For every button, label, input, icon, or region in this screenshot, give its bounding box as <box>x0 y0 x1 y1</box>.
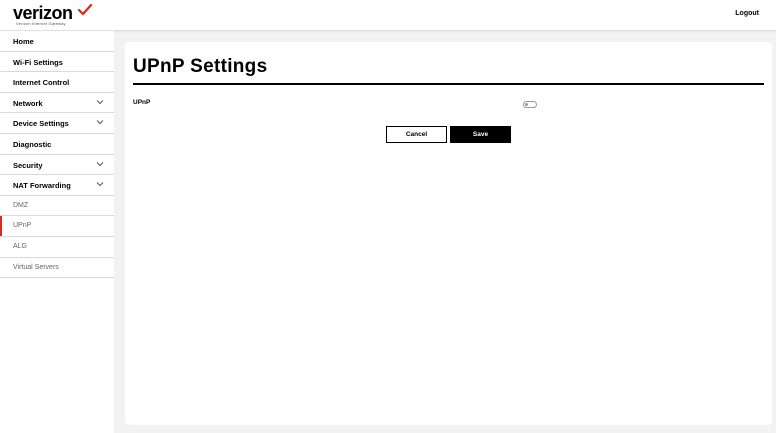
chevron-down-icon <box>96 161 104 166</box>
brand-subtitle: Verizon Internet Gateway <box>16 21 66 26</box>
toggle-knob <box>525 103 528 106</box>
chevron-down-icon <box>96 120 104 125</box>
sidebar-item-label: DMZ <box>13 201 29 209</box>
sidebar-item-security[interactable]: Security <box>0 155 114 176</box>
sidebar-subitem-upnp[interactable]: UPnP <box>0 216 114 237</box>
sidebar-item-label: Internet Control <box>13 78 70 88</box>
sidebar-item-nat-forwarding[interactable]: NAT Forwarding <box>0 175 114 196</box>
sidebar-item-label: Device Settings <box>13 119 69 129</box>
verizon-logo[interactable]: verizon Verizon Internet Gateway <box>13 3 123 29</box>
main-panel: UPnP Settings UPnP Cancel Save <box>125 42 772 425</box>
sidebar-item-device-settings[interactable]: Device Settings <box>0 113 114 134</box>
sidebar-item-diagnostic[interactable]: Diagnostic <box>0 134 114 155</box>
sidebar-item-label: Network <box>13 98 43 108</box>
top-header: verizon Verizon Internet Gateway Logout <box>0 0 776 31</box>
page-title: UPnP Settings <box>133 56 268 77</box>
cancel-button[interactable]: Cancel <box>386 126 447 143</box>
sidebar-item-label: Security <box>13 160 43 170</box>
sidebar-item-label: Home <box>13 37 34 46</box>
checkmark-icon <box>78 4 92 16</box>
sidebar-item-network[interactable]: Network <box>0 93 114 114</box>
sidebar-item-label: Diagnostic <box>13 139 52 149</box>
sidebar-item-label: Wi-Fi Settings <box>13 57 63 67</box>
upnp-toggle[interactable] <box>523 101 537 108</box>
sidebar-item-label: Virtual Servers <box>13 263 59 271</box>
save-button[interactable]: Save <box>450 126 511 143</box>
sidebar-item-label: ALG <box>13 242 28 250</box>
sidebar-item-label: NAT Forwarding <box>13 181 71 191</box>
sidebar-item-label: UPnP <box>13 222 32 230</box>
sidebar-subitem-virtual-servers[interactable]: Virtual Servers <box>0 258 114 279</box>
chevron-down-icon <box>96 99 104 104</box>
chevron-down-icon <box>96 182 104 187</box>
sidebar-subitem-alg[interactable]: ALG <box>0 237 114 258</box>
brand-name: verizon <box>13 3 73 23</box>
logout-link[interactable]: Logout <box>735 10 759 17</box>
sidebar-nav: Home Wi-Fi Settings Internet Control Net… <box>0 31 114 433</box>
sidebar-item-home[interactable]: Home <box>0 31 114 52</box>
sidebar-item-internet-control[interactable]: Internet Control <box>0 72 114 93</box>
sidebar-item-wifi-settings[interactable]: Wi-Fi Settings <box>0 52 114 73</box>
sidebar-subitem-dmz[interactable]: DMZ <box>0 196 114 217</box>
upnp-label: UPnP <box>133 99 151 106</box>
title-divider <box>133 83 764 85</box>
